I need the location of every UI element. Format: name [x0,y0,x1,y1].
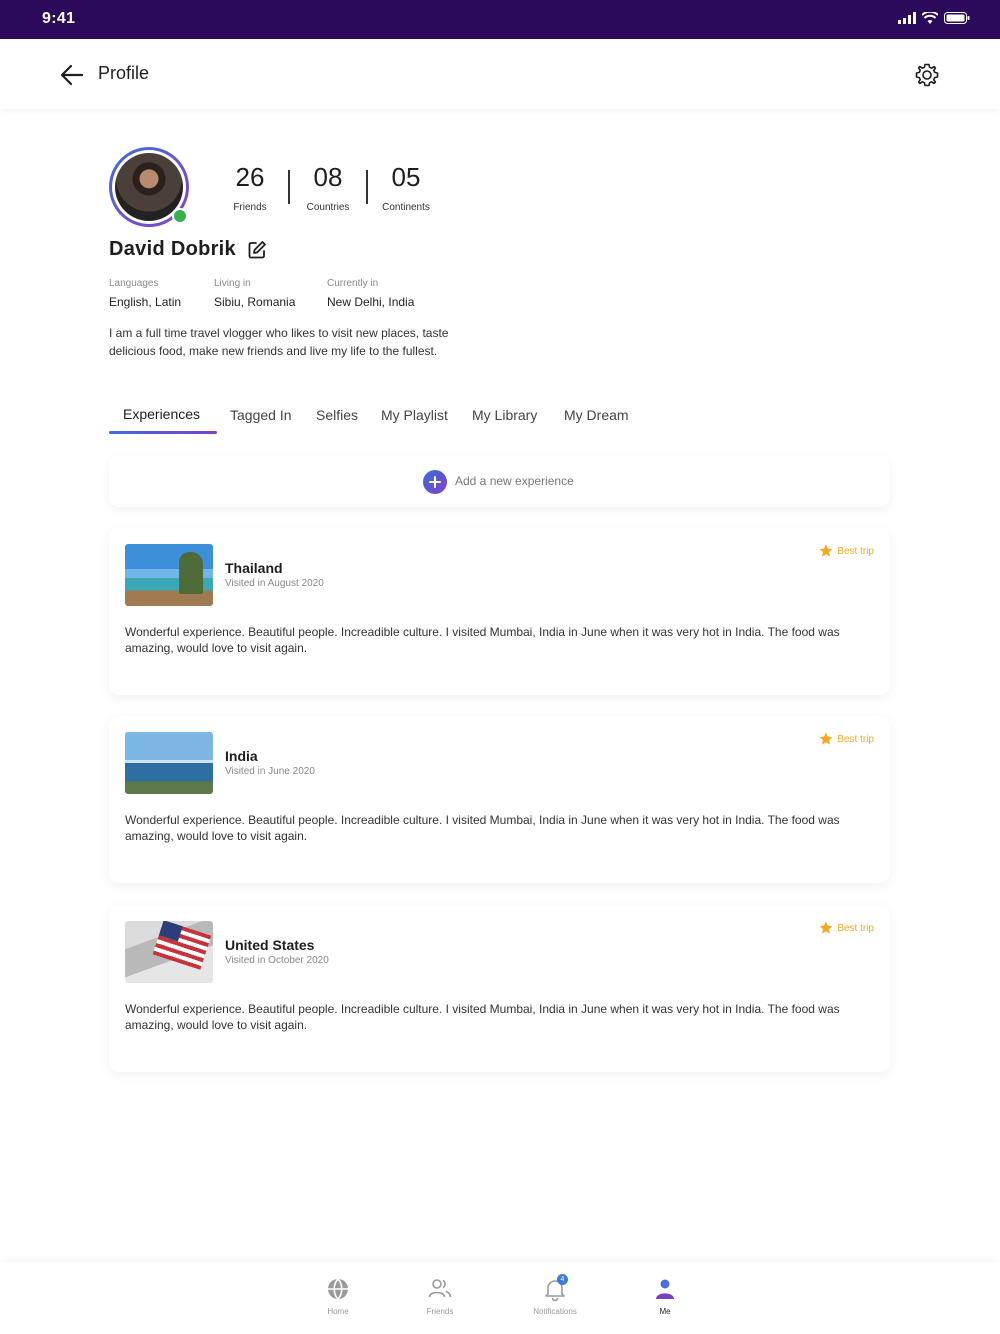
tab-experiences[interactable]: Experiences [123,406,200,422]
experience-visited: Visited in June 2020 [225,766,315,777]
experience-text: Wonderful experience. Beautiful people. … [125,1002,840,1032]
badge-label: Best trip [837,922,874,934]
experience-visited: Visited in August 2020 [225,578,324,589]
profile-stats: 26 Friends 08 Countries 05 Continents [212,160,444,213]
tab-selfies[interactable]: Selfies [316,407,358,423]
best-trip-badge: Best trip [819,544,874,558]
star-icon [819,921,833,934]
info-languages: Languages English, Latin [109,278,181,309]
experience-thumbnail [125,732,213,794]
bottom-nav: Home Friends 4 Notifications Me [0,1262,1000,1334]
experience-thumbnail [125,921,213,983]
star-icon [819,544,833,557]
info-label: Living in [214,278,251,289]
stat-value: 08 [313,162,343,192]
stat-friends[interactable]: 26 Friends [212,160,288,213]
signal-icon [898,12,916,24]
nav-home[interactable]: Home [298,1276,378,1316]
arrow-left-icon [60,64,84,86]
user-icon [656,1279,674,1299]
nav-label: Friends [426,1307,454,1316]
experience-card[interactable]: Thailand Visited in August 2020 Best tri… [109,528,890,695]
best-trip-badge: Best trip [819,921,874,935]
edit-profile-button[interactable] [247,240,267,260]
nav-friends[interactable]: Friends [400,1276,480,1316]
page-title: Profile [98,63,150,83]
friends-icon [428,1279,452,1298]
stat-countries[interactable]: 08 Countries [290,160,366,213]
edit-icon [248,241,266,259]
info-label: Currently in [327,278,379,289]
experience-title: Thailand [225,560,283,576]
experience-title: United States [225,937,315,953]
tab-tagged-in[interactable]: Tagged In [230,407,292,423]
nav-label: Notifications [533,1307,577,1316]
globe-icon [328,1278,348,1300]
nav-label: Me [659,1307,671,1316]
active-tab-indicator [109,431,217,434]
notification-count-badge: 4 [557,1274,568,1285]
experience-visited: Visited in October 2020 [225,955,329,966]
tab-my-dream[interactable]: My Dream [564,407,629,423]
status-bar: 9:41 [0,0,1000,39]
plus-icon [423,470,447,494]
back-button[interactable] [58,61,86,89]
nav-me[interactable]: Me [625,1276,705,1316]
info-value: Sibiu, Romania [214,295,296,309]
profile-tabs: Experiences Tagged In Selfies My Playlis… [109,398,890,438]
app-header: Profile [0,39,1000,109]
profile-name: David Dobrik [109,238,236,260]
experience-card[interactable]: United States Visited in October 2020 Be… [109,905,890,1072]
info-value: English, Latin [109,295,182,309]
info-label: Languages [109,278,159,289]
wifi-icon [922,12,938,24]
badge-label: Best trip [837,545,874,557]
status-time: 9:41 [42,10,76,27]
flag-image [152,921,212,970]
experience-text: Wonderful experience. Beautiful people. … [125,625,840,655]
stat-value: 26 [235,162,265,192]
status-icons [898,12,970,24]
experience-thumbnail [125,544,213,606]
online-status-dot [172,208,188,224]
experience-text: Wonderful experience. Beautiful people. … [125,813,840,843]
stat-label: Countries [306,202,350,213]
profile-bio: I am a full time travel vlogger who like… [109,326,449,358]
stat-continents[interactable]: 05 Continents [368,160,444,213]
gear-icon [915,63,939,87]
stat-label: Friends [233,202,267,213]
best-trip-badge: Best trip [819,732,874,746]
add-experience-label: Add a new experience [455,474,574,488]
experience-title: India [225,748,258,764]
star-icon [819,732,833,745]
badge-label: Best trip [837,733,874,745]
add-experience-button[interactable]: Add a new experience [109,456,890,507]
stat-value: 05 [391,162,421,192]
settings-button[interactable] [912,60,942,90]
experience-card[interactable]: India Visited in June 2020 Best trip Won… [109,716,890,883]
nav-notifications[interactable]: 4 Notifications [515,1274,595,1316]
info-living-in: Living in Sibiu, Romania [214,278,295,309]
info-value: New Delhi, India [327,295,415,309]
stat-label: Continents [382,202,430,213]
info-currently-in: Currently in New Delhi, India [327,278,414,309]
nav-label: Home [327,1307,349,1316]
battery-icon [944,12,970,24]
tab-my-playlist[interactable]: My Playlist [381,407,448,423]
tab-my-library[interactable]: My Library [472,407,537,423]
